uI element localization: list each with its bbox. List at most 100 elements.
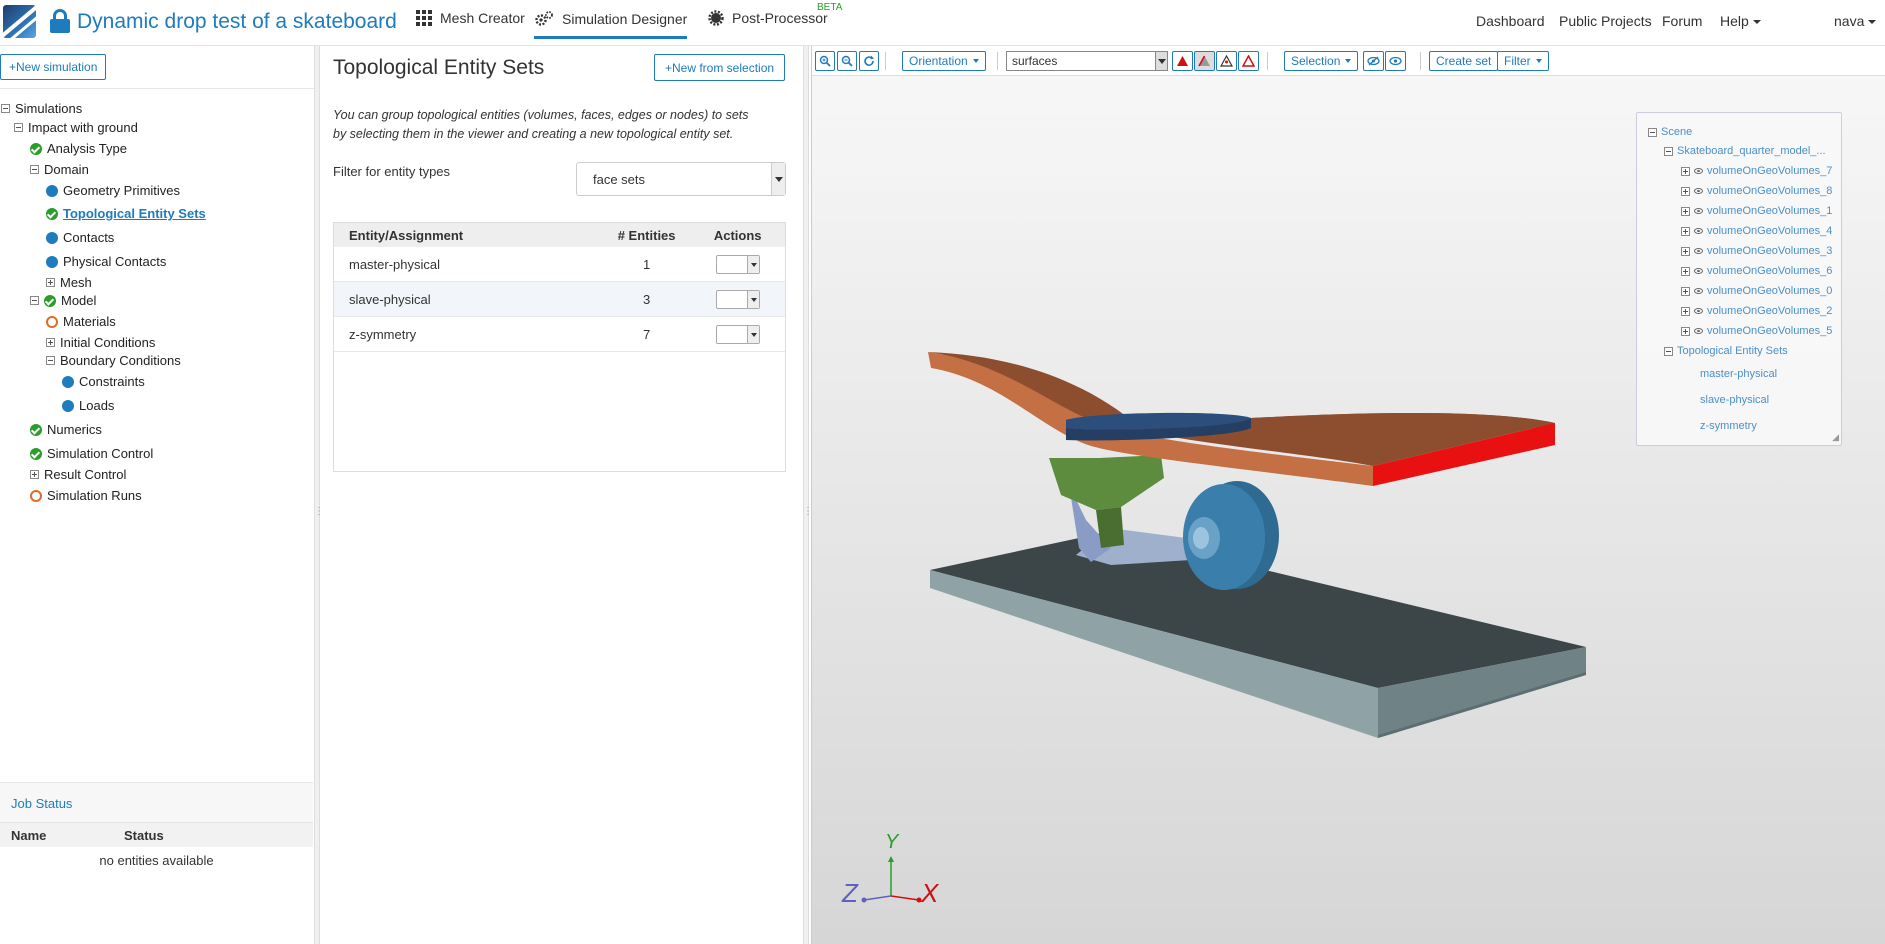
orientation-dropdown[interactable]: Orientation [902,51,986,71]
scene-topo-set[interactable]: z-symmetry [1700,420,1757,432]
tree-boundary-conditions[interactable]: Boundary Conditions [46,353,181,368]
new-simulation-button[interactable]: +New simulation [0,54,107,80]
new-from-selection-button[interactable]: +New from selection [654,54,786,81]
tree-materials[interactable]: Materials [46,314,116,329]
eye-icon[interactable] [1694,228,1703,234]
show-all-button[interactable] [1385,51,1406,71]
collapse-icon[interactable] [1648,127,1657,137]
tree-domain[interactable]: Domain [30,162,89,177]
row-actions-select[interactable] [715,324,760,344]
eye-icon[interactable] [1694,308,1703,314]
eye-icon[interactable] [1694,328,1703,334]
eye-icon[interactable] [1694,168,1703,174]
nav-forum[interactable]: Forum [1662,13,1702,29]
collapse-icon[interactable] [1664,146,1673,156]
table-row[interactable]: slave-physical 3 [334,282,785,317]
eye-icon[interactable] [1694,208,1703,214]
selection-dropdown[interactable]: Selection [1284,51,1359,71]
tree-model[interactable]: Model [30,293,96,308]
scene-volume[interactable]: volumeOnGeoVolumes_2 [1681,305,1832,317]
collapse-icon[interactable] [1,104,10,113]
scene-volume[interactable]: volumeOnGeoVolumes_4 [1681,225,1832,237]
scene-root[interactable]: Scene [1648,126,1692,138]
expand-icon[interactable] [46,278,55,287]
scene-volume[interactable]: volumeOnGeoVolumes_1 [1681,205,1832,217]
tree-simulations[interactable]: Simulations [1,101,82,116]
expand-icon[interactable] [30,470,39,479]
tab-post-processor[interactable]: Post-Processor [708,10,828,26]
nav-help[interactable]: Help [1720,13,1761,29]
scene-model[interactable]: Skateboard_quarter_model_... [1664,145,1826,157]
tree-analysis-type[interactable]: Analysis Type [30,141,127,156]
tab-simulation-designer[interactable]: Simulation Designer [534,10,688,39]
scene-label: Skateboard_quarter_model_... [1677,145,1826,157]
table-row[interactable]: z-symmetry 7 [334,317,785,352]
edge-select-mode-button[interactable] [1194,51,1215,71]
right-splitter[interactable] [803,46,813,944]
tree-physical-contacts[interactable]: Physical Contacts [46,254,166,269]
refresh-view-button[interactable] [859,51,879,71]
3d-viewer[interactable]: Y X Z Scene Skateboard_quarter_model_...… [811,46,1885,944]
scene-topo-set[interactable]: slave-physical [1700,394,1769,406]
tree-constraints[interactable]: Constraints [62,374,145,389]
scene-topo-set[interactable]: master-physical [1700,368,1777,380]
expand-icon[interactable] [1681,286,1690,296]
eye-icon[interactable] [1694,188,1703,194]
filter-dropdown[interactable]: Filter [1497,51,1549,71]
row-actions-select[interactable] [715,254,760,274]
tree-numerics[interactable]: Numerics [30,422,102,437]
tree-initial-conditions[interactable]: Initial Conditions [46,335,155,350]
resize-grip-icon[interactable]: ◢ [1832,432,1839,443]
node-select-mode-button[interactable] [1238,51,1259,71]
scene-volume[interactable]: volumeOnGeoVolumes_3 [1681,245,1832,257]
eye-icon[interactable] [1694,288,1703,294]
row-actions-select[interactable] [715,289,760,309]
nav-public-projects[interactable]: Public Projects [1559,13,1652,29]
zoom-in-button[interactable] [815,51,835,71]
collapse-icon[interactable] [14,123,23,132]
collapse-icon[interactable] [1664,346,1673,356]
hide-selection-button[interactable] [1363,51,1384,71]
expand-icon[interactable] [1681,266,1690,276]
collapse-icon[interactable] [46,356,55,365]
expand-icon[interactable] [1681,206,1690,216]
scene-volume[interactable]: volumeOnGeoVolumes_8 [1681,185,1832,197]
nav-dashboard[interactable]: Dashboard [1476,13,1545,29]
collapse-icon[interactable] [30,165,39,174]
user-menu[interactable]: nava [1834,13,1877,29]
tree-impact-with-ground[interactable]: Impact with ground [14,120,138,135]
create-set-button[interactable]: Create set [1429,51,1499,71]
zoom-out-button[interactable] [837,51,857,71]
face-select-mode-button[interactable] [1172,51,1193,71]
scene-volume[interactable]: volumeOnGeoVolumes_6 [1681,265,1832,277]
left-splitter[interactable] [314,46,324,944]
eye-icon[interactable] [1694,268,1703,274]
entity-type-filter-select[interactable]: face sets [576,162,786,196]
expand-icon[interactable] [1681,306,1690,316]
scene-volume[interactable]: volumeOnGeoVolumes_5 [1681,325,1832,337]
scene-volume[interactable]: volumeOnGeoVolumes_7 [1681,165,1832,177]
expand-icon[interactable] [46,338,55,347]
tab-mesh-creator[interactable]: Mesh Creator [416,10,525,26]
expand-icon[interactable] [1681,246,1690,256]
tree-loads[interactable]: Loads [62,398,114,413]
scene-volume[interactable]: volumeOnGeoVolumes_0 [1681,285,1832,297]
wireframe-mode-button[interactable] [1216,51,1237,71]
tree-contacts[interactable]: Contacts [46,230,114,245]
render-mode-select[interactable]: surfaces [1006,51,1168,71]
tree-result-control[interactable]: Result Control [30,467,126,482]
tree-mesh[interactable]: Mesh [46,275,92,290]
scene-topo-sets[interactable]: Topological Entity Sets [1664,345,1788,357]
tree-simulation-control[interactable]: Simulation Control [30,446,153,461]
app-logo[interactable] [3,5,36,38]
expand-icon[interactable] [1681,226,1690,236]
tree-topological-entity-sets[interactable]: Topological Entity Sets [46,206,206,221]
collapse-icon[interactable] [30,296,39,305]
eye-icon[interactable] [1694,248,1703,254]
expand-icon[interactable] [1681,166,1690,176]
expand-icon[interactable] [1681,326,1690,336]
table-row[interactable]: master-physical 1 [334,247,785,282]
tree-simulation-runs[interactable]: Simulation Runs [30,488,142,503]
tree-geometry-primitives[interactable]: Geometry Primitives [46,183,180,198]
expand-icon[interactable] [1681,186,1690,196]
